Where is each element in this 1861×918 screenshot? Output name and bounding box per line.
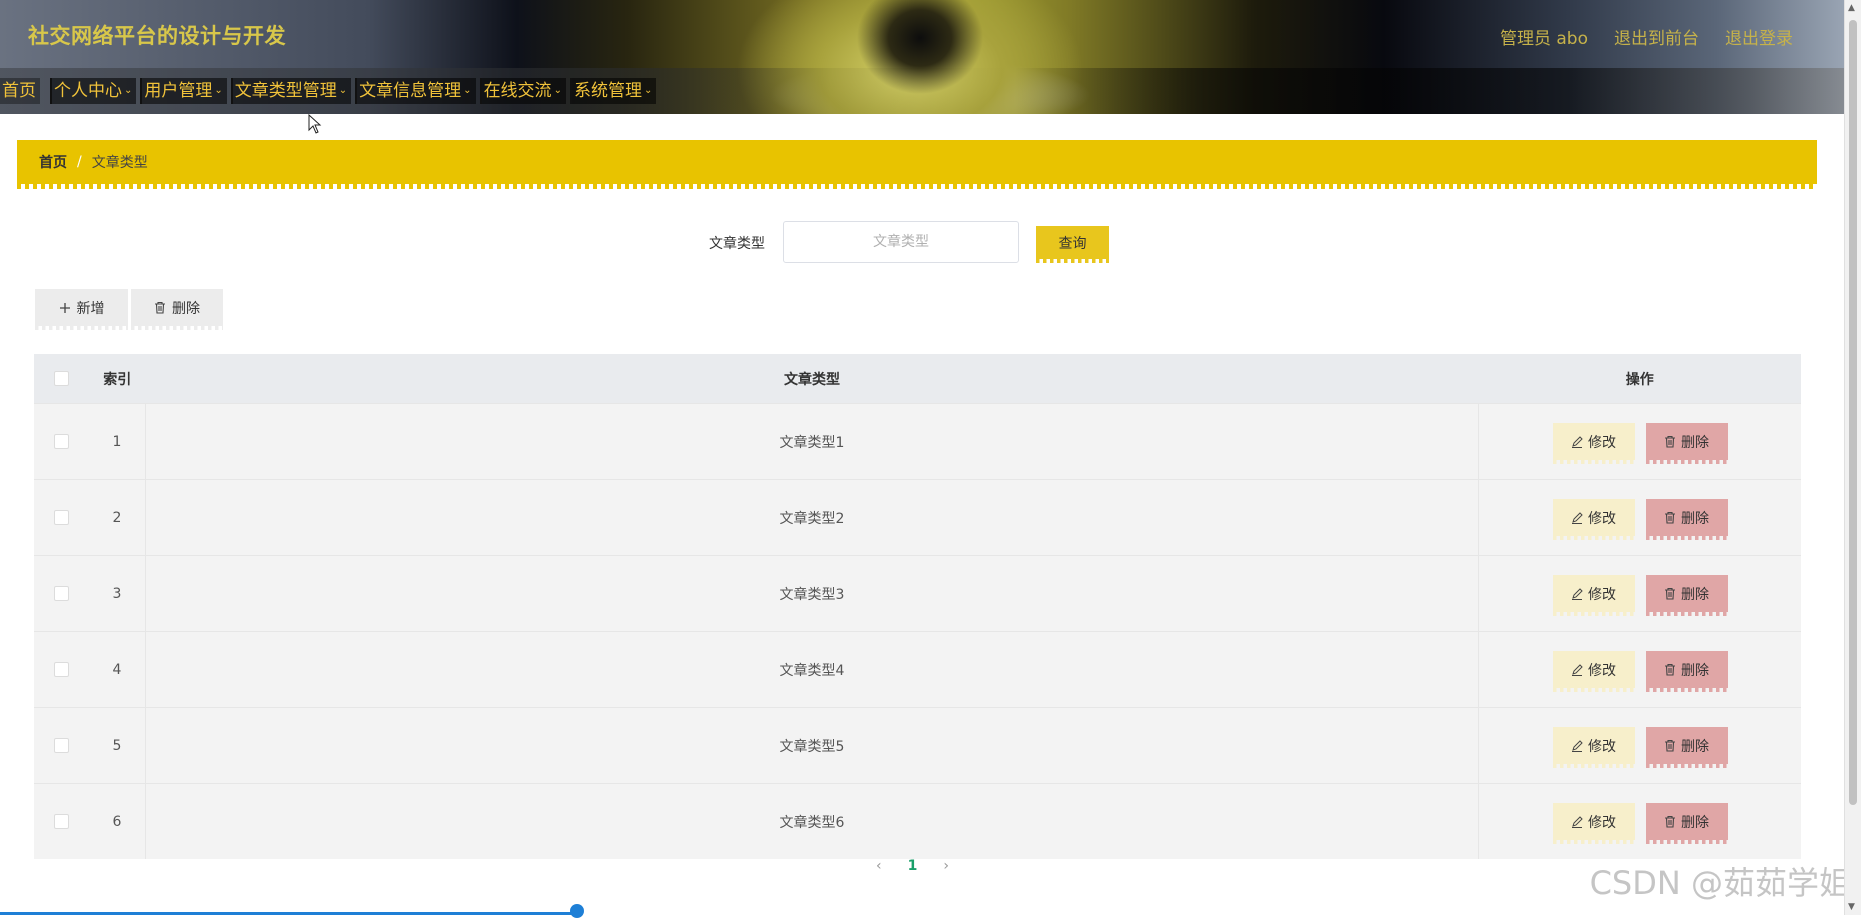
prev-page-button[interactable]: ‹ bbox=[876, 858, 882, 874]
chevron-down-icon: ⌄ bbox=[463, 85, 472, 96]
edit-button[interactable]: 修改 bbox=[1552, 651, 1635, 692]
row-index: 6 bbox=[89, 783, 146, 859]
table-row: 5 文章类型5 修改 删除 bbox=[34, 707, 1801, 784]
edit-button[interactable]: 修改 bbox=[1552, 575, 1635, 616]
chevron-down-icon: ⌄ bbox=[338, 85, 348, 96]
table-row: 3 文章类型3 修改 删除 bbox=[34, 555, 1801, 632]
row-index: 4 bbox=[89, 631, 146, 708]
search-button[interactable]: 查询 bbox=[1036, 226, 1109, 263]
mouse-cursor-icon bbox=[308, 114, 322, 134]
chevron-down-icon: ⌄ bbox=[124, 85, 133, 96]
pencil-icon bbox=[1571, 739, 1583, 752]
row-type: 文章类型3 bbox=[145, 555, 1479, 632]
logout-link[interactable]: 退出登录 bbox=[1725, 24, 1793, 49]
table-row: 4 文章类型4 修改 删除 bbox=[34, 631, 1801, 708]
row-checkbox[interactable] bbox=[54, 434, 69, 449]
nav-item-article-info[interactable]: 文章信息管理 ⌄ bbox=[355, 78, 476, 104]
plus-icon bbox=[59, 302, 71, 314]
pencil-icon bbox=[1571, 663, 1583, 676]
batch-delete-button[interactable]: 删除 bbox=[131, 289, 223, 330]
edit-button[interactable]: 修改 bbox=[1552, 423, 1635, 464]
edit-button[interactable]: 修改 bbox=[1552, 499, 1635, 540]
breadcrumb: 首页 / 文章类型 bbox=[17, 140, 1817, 189]
table-row: 6 文章类型6 修改 删除 bbox=[34, 783, 1801, 859]
page-number-active[interactable]: 1 bbox=[908, 858, 918, 874]
article-type-search-input[interactable] bbox=[783, 221, 1019, 263]
scroll-down-arrow-icon[interactable]: ▼ bbox=[1848, 902, 1855, 912]
chevron-down-icon: ⌄ bbox=[643, 85, 653, 96]
delete-button[interactable]: 删除 bbox=[1645, 727, 1728, 768]
delete-button[interactable]: 删除 bbox=[1645, 803, 1728, 844]
pagination: ‹ 1 › bbox=[876, 858, 949, 874]
chevron-down-icon: ⌄ bbox=[553, 85, 562, 96]
nav-item-system[interactable]: 系统管理 ⌄ bbox=[569, 78, 657, 104]
exit-to-frontend-link[interactable]: 退出到前台 bbox=[1614, 24, 1699, 49]
next-page-button[interactable]: › bbox=[943, 858, 949, 874]
nav-item-users[interactable]: 用户管理 ⌄ bbox=[140, 78, 227, 104]
nav-item-online-chat[interactable]: 在线交流 ⌄ bbox=[479, 78, 566, 104]
chevron-down-icon: ⌄ bbox=[214, 85, 223, 96]
edit-button[interactable]: 修改 bbox=[1552, 803, 1635, 844]
admin-user-link[interactable]: 管理员 abo bbox=[1500, 24, 1588, 49]
progress-knob[interactable] bbox=[570, 904, 584, 918]
delete-button[interactable]: 删除 bbox=[1645, 575, 1728, 616]
trash-icon bbox=[1664, 815, 1676, 828]
table-row: 2 文章类型2 修改 删除 bbox=[34, 479, 1801, 556]
row-checkbox[interactable] bbox=[54, 662, 69, 677]
nav-item-article-types[interactable]: 文章类型管理 ⌄ bbox=[230, 78, 352, 104]
header-banner: 社交网络平台的设计与开发 管理员 abo 退出到前台 退出登录 首页 个人中心 ⌄… bbox=[0, 0, 1845, 114]
header-index: 索引 bbox=[89, 354, 146, 404]
select-all-checkbox[interactable] bbox=[54, 371, 69, 386]
scrollbar-thumb[interactable] bbox=[1849, 20, 1857, 805]
header-links: 管理员 abo 退出到前台 退出登录 bbox=[1500, 24, 1793, 49]
nav-item-profile[interactable]: 个人中心 ⌄ bbox=[50, 78, 137, 104]
header-checkbox-cell bbox=[34, 354, 89, 404]
row-checkbox[interactable] bbox=[54, 510, 69, 525]
row-checkbox[interactable] bbox=[54, 814, 69, 829]
delete-button[interactable]: 删除 bbox=[1645, 651, 1728, 692]
batch-delete-label: 删除 bbox=[172, 300, 200, 317]
trash-icon bbox=[1664, 587, 1676, 600]
breadcrumb-home[interactable]: 首页 bbox=[39, 152, 67, 172]
breadcrumb-current: 文章类型 bbox=[91, 155, 148, 171]
add-button[interactable]: 新增 bbox=[35, 289, 128, 330]
header-type: 文章类型 bbox=[145, 354, 1479, 404]
pencil-icon bbox=[1571, 815, 1583, 828]
article-type-table: 索引 文章类型 操作 1 文章类型1 修改 删除 2 文章类型2 修改 删除 3 bbox=[34, 354, 1801, 859]
row-index: 2 bbox=[89, 479, 146, 556]
search-label: 文章类型 bbox=[709, 236, 765, 252]
trash-icon bbox=[1664, 511, 1676, 524]
row-index: 1 bbox=[89, 403, 146, 480]
row-index: 3 bbox=[89, 555, 146, 632]
row-type: 文章类型1 bbox=[145, 403, 1479, 480]
table-row: 1 文章类型1 修改 删除 bbox=[34, 403, 1801, 480]
trash-icon bbox=[154, 301, 166, 314]
delete-button[interactable]: 删除 bbox=[1645, 423, 1728, 464]
scroll-up-arrow-icon[interactable]: ▲ bbox=[1848, 3, 1855, 13]
delete-button[interactable]: 删除 bbox=[1645, 499, 1728, 540]
watermark: CSDN @茹茹学姐 bbox=[1589, 864, 1851, 902]
edit-button[interactable]: 修改 bbox=[1552, 727, 1635, 768]
row-type: 文章类型2 bbox=[145, 479, 1479, 556]
pencil-icon bbox=[1571, 511, 1583, 524]
trash-icon bbox=[1664, 739, 1676, 752]
pencil-icon bbox=[1571, 587, 1583, 600]
header-ops: 操作 bbox=[1478, 354, 1801, 404]
main-nav: 首页 个人中心 ⌄ 用户管理 ⌄ 文章类型管理 ⌄ 文章信息管理 ⌄ 在线交流 ⌄ 系统管… bbox=[0, 78, 660, 104]
trash-icon bbox=[1664, 435, 1676, 448]
site-title: 社交网络平台的设计与开发 bbox=[28, 24, 286, 48]
vertical-scrollbar[interactable]: ▲ ▼ bbox=[1844, 0, 1861, 915]
row-type: 文章类型5 bbox=[145, 707, 1479, 784]
row-type: 文章类型6 bbox=[145, 783, 1479, 859]
nav-item-home[interactable]: 首页 bbox=[0, 78, 40, 104]
row-index: 5 bbox=[89, 707, 146, 784]
trash-icon bbox=[1664, 663, 1676, 676]
row-checkbox[interactable] bbox=[54, 586, 69, 601]
add-button-label: 新增 bbox=[76, 300, 105, 317]
table-header-row: 索引 文章类型 操作 bbox=[34, 354, 1801, 404]
pencil-icon bbox=[1571, 435, 1583, 448]
row-checkbox[interactable] bbox=[54, 738, 69, 753]
row-type: 文章类型4 bbox=[145, 631, 1479, 708]
breadcrumb-separator: / bbox=[77, 154, 82, 170]
